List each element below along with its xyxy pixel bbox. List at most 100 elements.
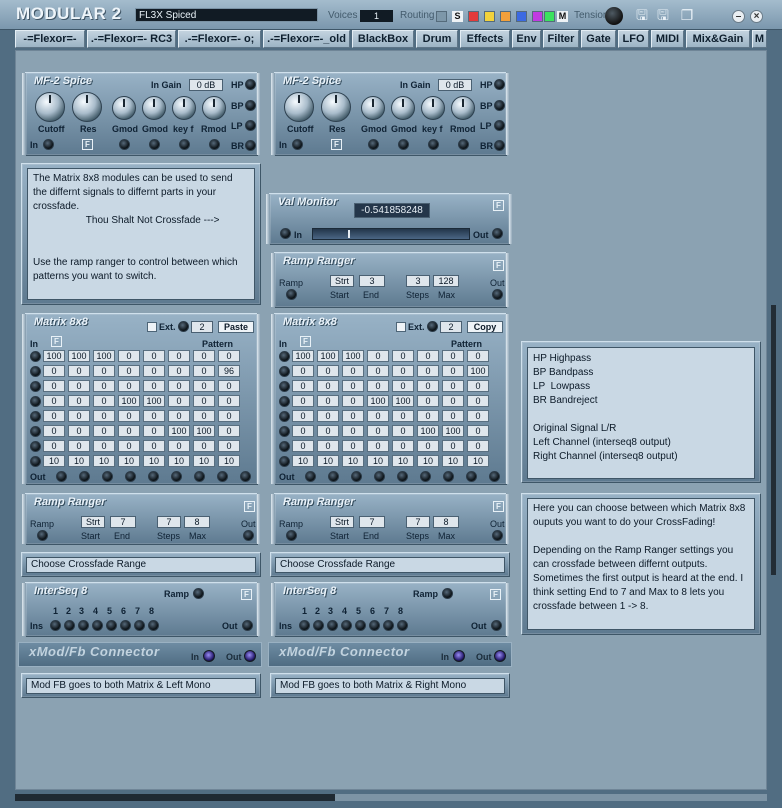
matrix-cell[interactable]: 0 [93,410,115,422]
function-f-button[interactable]: F [493,501,504,512]
out-jack-1[interactable] [305,471,316,482]
rmod-knob[interactable] [451,96,475,120]
tab-filter[interactable]: Filter [543,30,579,48]
matrix-cell[interactable]: 10 [143,455,165,467]
matrix-cell[interactable]: 0 [168,380,190,392]
start-field[interactable]: Strt [81,516,105,528]
matrix-cell[interactable]: 0 [218,410,240,422]
function-f-button[interactable]: F [51,336,62,347]
pattern-field[interactable]: 2 [191,321,213,333]
max-field[interactable]: 8 [433,516,459,528]
matrix-cell[interactable]: 0 [68,425,90,437]
routing-swatch-red[interactable] [468,11,479,22]
tab-flexor[interactable]: -=Flexor=- [15,30,85,48]
routing-solo-button[interactable]: S [452,11,463,22]
vertical-scrollbar[interactable] [771,305,776,575]
matrix-cell[interactable]: 0 [143,365,165,377]
matrix-cell[interactable]: 0 [392,365,414,377]
ramp-ranger-module-left[interactable]: Ramp Ranger F Ramp Strt Start 7 End 7 St… [22,493,261,545]
matrix-8x8-module-right[interactable]: Matrix 8x8 Ext. 2 Copy In F Pattern Out … [271,313,510,485]
tab-effects[interactable]: Effects [460,30,510,48]
matrix-cell[interactable]: 0 [168,410,190,422]
matrix-cell[interactable]: 10 [417,455,439,467]
function-f-button[interactable]: F [493,200,504,211]
matrix-cell[interactable]: 0 [417,365,439,377]
gmod-knob-1[interactable] [361,96,385,120]
routing-swatch-green[interactable] [544,11,555,22]
start-field[interactable]: Strt [330,516,354,528]
row-input-jack-3[interactable] [279,381,290,392]
matrix-cell[interactable]: 100 [93,350,115,362]
tab-drum[interactable]: Drum [416,30,458,48]
rmod-input-jack[interactable] [458,139,469,150]
key-follow-knob[interactable] [172,96,196,120]
gmod-input-jack-1[interactable] [368,139,379,150]
key-follow-knob[interactable] [421,96,445,120]
matrix-cell[interactable]: 0 [392,425,414,437]
hp-output-jack[interactable] [245,79,256,90]
function-f-button[interactable]: F [300,336,311,347]
in-gain-field[interactable]: 0 dB [438,79,472,91]
ramp-input-jack[interactable] [193,588,204,599]
matrix-cell[interactable]: 100 [442,425,464,437]
matrix-cell[interactable]: 0 [367,425,389,437]
matrix-cell[interactable]: 0 [193,410,215,422]
out-jack-5[interactable] [397,471,408,482]
matrix-cell[interactable]: 0 [143,425,165,437]
tab-gate[interactable]: Gate [581,30,616,48]
routing-swatch-grey[interactable] [436,11,447,22]
matrix-cell[interactable]: 0 [68,410,90,422]
matrix-cell[interactable]: 0 [218,380,240,392]
matrix-cell[interactable]: 0 [467,410,489,422]
out-jack-7[interactable] [194,471,205,482]
resonance-knob[interactable] [72,92,102,122]
ramp-output-jack[interactable] [492,289,503,300]
matrix-cell[interactable]: 0 [442,350,464,362]
ramp-ranger-module-top[interactable]: Ramp Ranger F Ramp Strt Start 3 End 3 St… [271,252,510,308]
interseq8-module-right[interactable]: InterSeq 8 Ramp F 1 2 3 4 5 6 7 8 Ins Ou… [271,582,510,637]
matrix-cell[interactable]: 0 [292,410,314,422]
matrix-cell[interactable]: 10 [342,455,364,467]
matrix-cell[interactable]: 100 [193,425,215,437]
matrix-cell[interactable]: 0 [467,425,489,437]
matrix-cell[interactable]: 0 [43,395,65,407]
tab-mix-gain[interactable]: Mix&Gain [686,30,750,48]
tension-knob[interactable] [605,7,623,25]
cutoff-knob[interactable] [284,92,314,122]
filter-input-jack[interactable] [43,139,54,150]
key-f-input-jack[interactable] [428,139,439,150]
bp-output-jack[interactable] [245,100,256,111]
matrix-cell[interactable]: 0 [417,410,439,422]
gmod-input-jack-2[interactable] [149,139,160,150]
matrix-cell[interactable]: 0 [292,365,314,377]
tab-env[interactable]: Env [512,30,541,48]
steps-field[interactable]: 7 [157,516,181,528]
matrix-cell[interactable]: 10 [442,455,464,467]
ramp-input-jack[interactable] [442,588,453,599]
matrix-cell[interactable]: 0 [143,350,165,362]
out-jack-9[interactable] [240,471,251,482]
matrix-cell[interactable]: 100 [143,395,165,407]
row-input-jack-1[interactable] [279,351,290,362]
end-field[interactable]: 7 [359,516,385,528]
out-jack-4[interactable] [374,471,385,482]
input-jack-8[interactable] [397,620,408,631]
matrix-cell[interactable]: 0 [168,395,190,407]
matrix-cell[interactable]: 0 [218,395,240,407]
matrix-cell[interactable]: 0 [317,425,339,437]
row-input-jack-1[interactable] [30,351,41,362]
input-jack-2[interactable] [313,620,324,631]
minimize-button[interactable]: – [732,10,745,23]
end-field[interactable]: 7 [110,516,136,528]
matrix-cell[interactable]: 0 [118,440,140,452]
save-icon[interactable]: 🖫 [634,7,650,23]
gmod-knob-2[interactable] [142,96,166,120]
output-jack[interactable] [242,620,253,631]
matrix-cell[interactable]: 0 [417,350,439,362]
matrix-cell[interactable]: 10 [118,455,140,467]
matrix-cell[interactable]: 0 [342,380,364,392]
row-input-jack-8[interactable] [30,456,41,467]
matrix-cell[interactable]: 0 [143,380,165,392]
matrix-cell[interactable]: 0 [93,440,115,452]
matrix-cell[interactable]: 10 [467,455,489,467]
